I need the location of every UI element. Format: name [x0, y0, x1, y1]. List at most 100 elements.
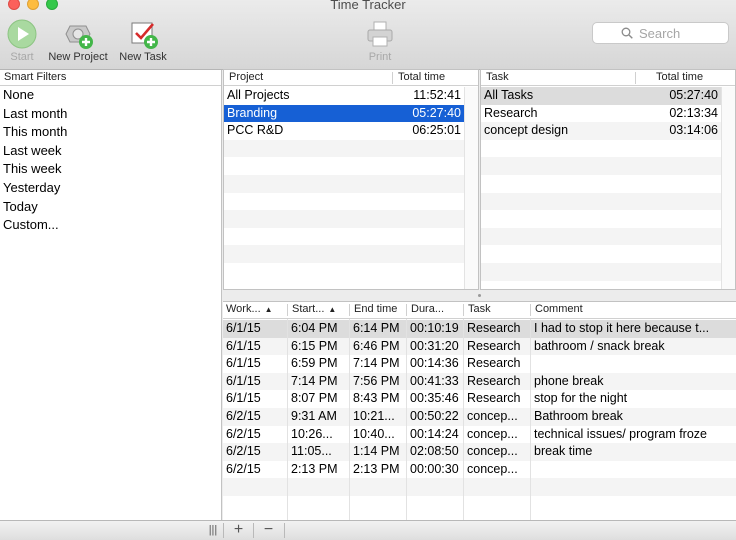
work-entry-row[interactable]: 6/1/15 6:04 PM 6:14 PM 00:10:19 Research I ha…	[223, 320, 736, 338]
project-total-column-header[interactable]: Total time	[398, 70, 445, 86]
smart-filters-header[interactable]: Smart Filters	[0, 70, 221, 86]
work-comment-cell: stop for the night	[534, 391, 628, 406]
column-divider	[635, 72, 636, 84]
work-entry-row[interactable]: 6/1/15 7:14 PM 7:56 PM 00:41:33 Research phon…	[223, 372, 736, 391]
work-comment-cell: break time	[534, 444, 593, 459]
end-time-column-header[interactable]: End time	[354, 302, 397, 318]
work-entry-row[interactable]: 6/1/15 6:59 PM 7:14 PM 00:14:36 Research	[223, 355, 736, 373]
work-duration-cell: 00:35:46	[410, 391, 459, 406]
empty-row	[481, 139, 721, 158]
project-row-branding[interactable]: Branding 05:27:40	[224, 104, 464, 123]
work-end-cell: 10:40...	[353, 426, 395, 441]
work-entry-row[interactable]: 6/1/15 6:15 PM 6:46 PM 00:31:20 Research bath…	[223, 337, 736, 356]
filter-last-week[interactable]: Last week	[0, 142, 221, 161]
work-entries-table: Work... ▲ Start... ▲ End time Dura... Task…	[223, 302, 736, 520]
new-project-button[interactable]: New Project	[44, 16, 112, 66]
task-row-all[interactable]: All Tasks 05:27:40	[481, 87, 721, 105]
task-column-header[interactable]: Task	[468, 302, 491, 318]
print-label: Print	[368, 51, 392, 63]
work-task-cell: Research	[467, 356, 521, 371]
sort-ascending-icon: ▲	[328, 305, 337, 314]
smart-filters-panel: Smart Filters None Last month This month…	[0, 70, 222, 520]
bottom-divider	[284, 523, 285, 538]
filter-this-month[interactable]: This month	[0, 123, 221, 142]
empty-row	[224, 227, 464, 246]
work-entry-row[interactable]: 6/2/15 11:05... 1:14 PM 02:08:50 concep... br…	[223, 443, 736, 461]
empty-row	[481, 245, 721, 263]
empty-row	[481, 210, 721, 228]
task-column-header[interactable]: Task	[486, 70, 509, 86]
work-start-cell: 2:13 PM	[291, 461, 338, 476]
work-start-cell: 6:04 PM	[291, 321, 338, 335]
work-comment-cell: Bathroom break	[534, 409, 623, 423]
split-view-divider[interactable]	[223, 290, 736, 302]
column-divider	[530, 304, 531, 316]
column-divider	[463, 304, 464, 316]
work-end-cell: 7:14 PM	[353, 356, 400, 371]
work-entry-row[interactable]: 6/1/15 8:07 PM 8:43 PM 00:35:46 Research stop…	[223, 390, 736, 408]
column-options-button[interactable]: |||	[203, 521, 223, 540]
print-button[interactable]: Print	[360, 16, 400, 66]
column-gridline	[406, 319, 407, 520]
divider-grip-icon	[478, 294, 481, 297]
work-entry-row[interactable]: 6/2/15 9:31 AM 10:21... 00:50:22 concep... Ba…	[223, 408, 736, 426]
work-date-cell: 6/1/15	[226, 373, 261, 388]
remove-entry-button[interactable]: −	[255, 521, 282, 540]
task-total-column-header[interactable]: Total time	[656, 70, 703, 86]
filter-today[interactable]: Today	[0, 198, 221, 217]
projects-scrollbar[interactable]	[464, 87, 478, 289]
work-date-column-header[interactable]: Work... ▲	[226, 302, 273, 318]
work-end-cell: 2:13 PM	[353, 461, 400, 476]
task-name: Research	[484, 105, 538, 120]
empty-row	[481, 174, 721, 193]
filter-yesterday[interactable]: Yesterday	[0, 179, 221, 198]
work-entry-row[interactable]: 6/2/15 2:13 PM 2:13 PM 00:00:30 concep...	[223, 461, 736, 479]
work-start-cell: 9:31 AM	[291, 409, 337, 423]
work-end-cell: 6:46 PM	[353, 338, 400, 353]
play-icon	[7, 19, 37, 49]
search-field[interactable]: Search	[592, 22, 729, 44]
work-duration-cell: 00:14:36	[410, 356, 459, 371]
duration-column-header[interactable]: Dura...	[411, 302, 444, 318]
work-header-row: Work... ▲ Start... ▲ End time Dura... Task…	[223, 302, 736, 319]
task-name: All Tasks	[484, 88, 534, 102]
column-divider	[406, 304, 407, 316]
project-row-all[interactable]: All Projects 11:52:41	[224, 87, 464, 105]
work-duration-cell: 00:41:33	[410, 373, 459, 388]
work-start-cell: 11:05...	[291, 444, 332, 459]
empty-row	[223, 478, 736, 496]
work-end-cell: 10:21...	[353, 409, 395, 423]
start-button[interactable]: Start	[2, 16, 42, 66]
task-row-research[interactable]: Research 02:13:34	[481, 104, 721, 123]
work-duration-cell: 02:08:50	[410, 444, 459, 459]
work-date-cell: 6/2/15	[226, 409, 261, 423]
work-date-cell: 6/1/15	[226, 356, 261, 371]
tasks-table: Task Total time All Tasks 05:27:40 Resea…	[480, 69, 736, 290]
work-date-cell: 6/2/15	[226, 461, 261, 476]
start-column-header[interactable]: Start... ▲	[292, 302, 336, 318]
work-entry-row[interactable]: 6/2/15 10:26... 10:40... 00:14:24 concep... t…	[223, 426, 736, 444]
new-task-button[interactable]: New Task	[116, 16, 170, 66]
comment-column-header[interactable]: Comment	[535, 302, 583, 318]
add-entry-button[interactable]: +	[225, 521, 252, 540]
filter-last-month[interactable]: Last month	[0, 105, 221, 124]
sort-ascending-icon: ▲	[264, 305, 273, 314]
work-start-cell: 8:07 PM	[291, 391, 338, 406]
start-label: Start	[10, 51, 34, 63]
work-end-cell: 6:14 PM	[353, 321, 400, 335]
empty-row	[481, 192, 721, 211]
filter-this-week[interactable]: This week	[0, 160, 221, 179]
work-start-cell: 6:15 PM	[291, 338, 338, 353]
search-icon	[621, 27, 633, 39]
work-duration-cell: 00:00:30	[410, 461, 459, 476]
task-row-concept-design[interactable]: concept design 03:14:06	[481, 122, 721, 140]
project-total: 05:27:40	[412, 105, 461, 120]
project-column-header[interactable]: Project	[229, 70, 263, 86]
empty-row	[224, 157, 464, 175]
tasks-scrollbar[interactable]	[721, 87, 735, 289]
filter-custom[interactable]: Custom...	[0, 216, 221, 235]
project-row-pcc[interactable]: PCC R&D 06:25:01	[224, 122, 464, 140]
empty-row	[481, 157, 721, 175]
filter-none[interactable]: None	[0, 86, 221, 105]
work-task-cell: Research	[467, 338, 521, 353]
